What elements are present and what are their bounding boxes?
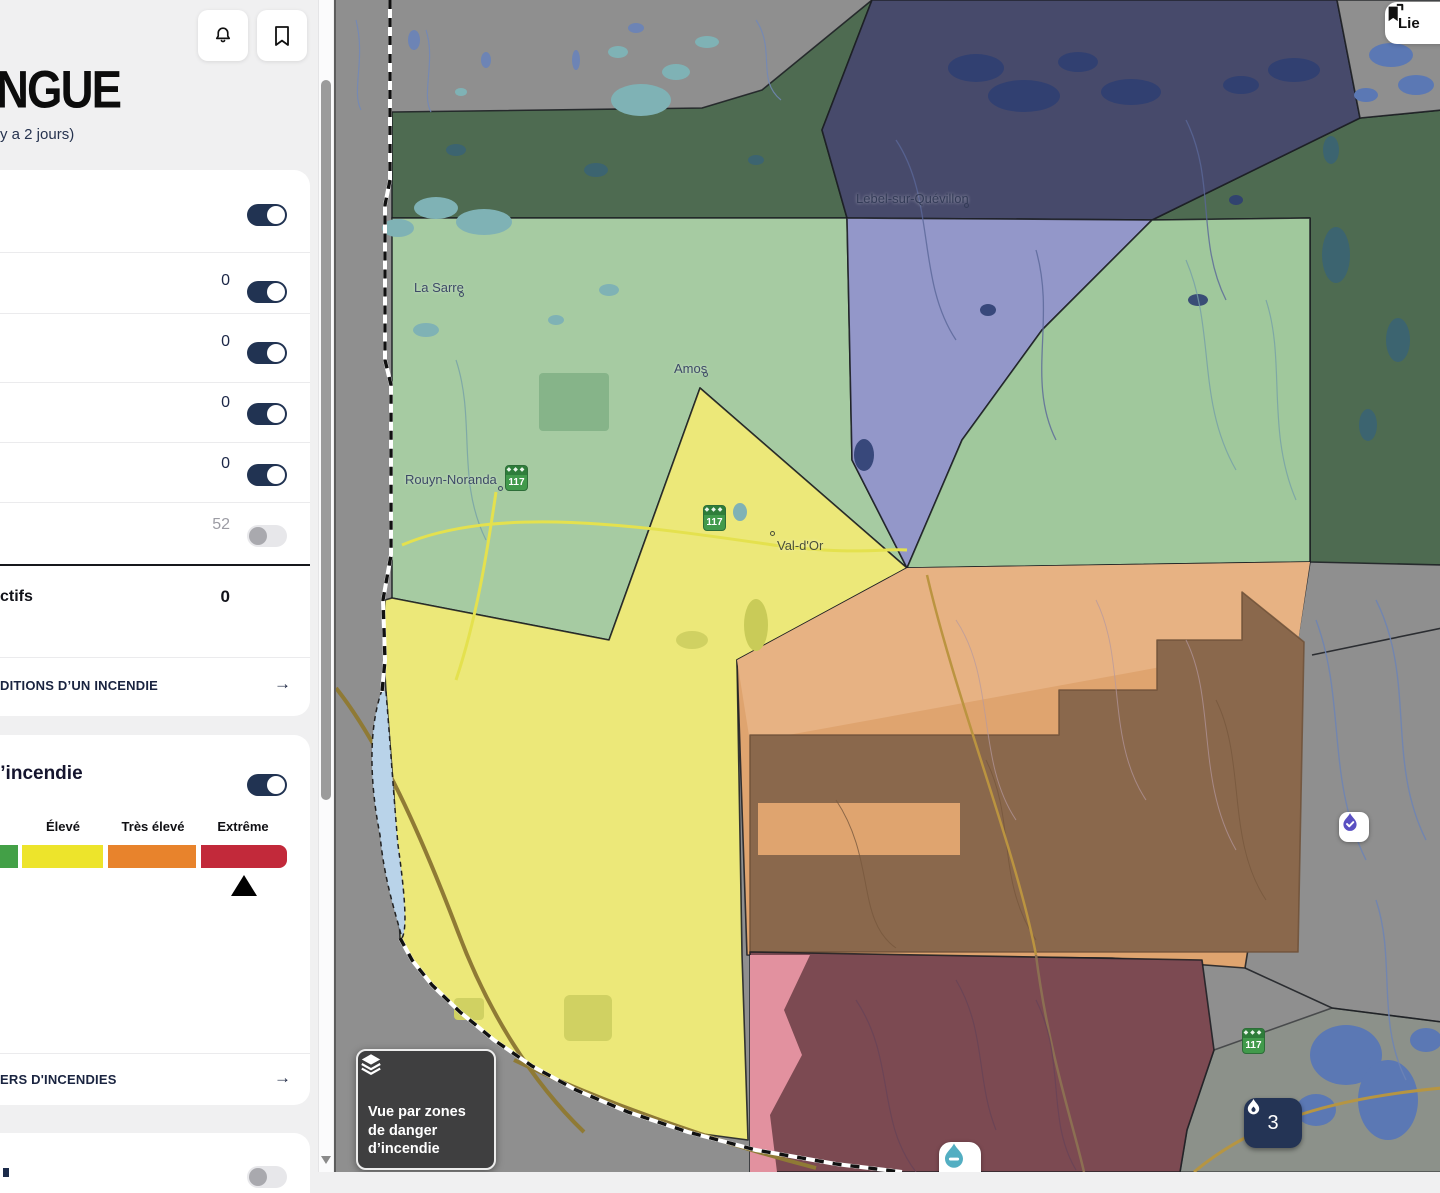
legend-seg-red	[201, 845, 287, 868]
zone-orange-notch	[758, 803, 960, 855]
city-label: La Sarre	[414, 280, 464, 295]
legend-seg-orange	[108, 845, 196, 868]
fire-filters-card: 0 0 0 0 52 ctifs 0 DITIONS D’UN INCENDIE…	[0, 170, 310, 716]
filter-toggle-2[interactable]	[247, 281, 287, 303]
legend-label-extreme: Extrême	[198, 819, 288, 834]
city-dot	[703, 372, 708, 377]
flame-check-icon	[1339, 812, 1361, 834]
city-label: Val-d'Or	[777, 538, 823, 553]
active-fires-value: 0	[170, 587, 230, 607]
city-label: Lebel-sur-Quévillon	[856, 191, 969, 206]
layer-view-label: Vue par zones de danger d’incendie	[368, 1103, 466, 1159]
scrollbar-down-arrow[interactable]	[321, 1156, 331, 1164]
map-canvas[interactable]: Lebel-sur-Quévillon La Sarre Amos Rouyn-…	[334, 0, 1440, 1172]
scrollbar-thumb[interactable]	[321, 80, 331, 800]
fire-cluster-counter[interactable]: 3	[1244, 1098, 1302, 1148]
city-label: Rouyn-Noranda	[405, 472, 497, 487]
route-shield-crown: ◆◆◆	[506, 466, 527, 475]
clipped-toggle[interactable]	[247, 1166, 287, 1188]
fire-count-value: 3	[1267, 1112, 1278, 1135]
city-dot	[498, 486, 503, 491]
city-dot	[459, 292, 464, 297]
controlled-fire-marker[interactable]	[939, 1142, 981, 1172]
fire-danger-title: r d’incendie	[0, 763, 83, 785]
arrow-right-icon[interactable]: →	[274, 674, 291, 694]
filter-toggle-1[interactable]	[247, 204, 287, 226]
filter-count-3: 0	[170, 333, 230, 351]
legend-label-eleve: Élevé	[18, 819, 108, 834]
legend-seg-yellow	[22, 845, 103, 868]
map-zones-layer	[336, 0, 1440, 1172]
filter-toggle-4[interactable]	[247, 403, 287, 425]
clipped-text-fragment	[3, 1168, 9, 1177]
fire-danger-toggle[interactable]	[247, 774, 287, 796]
sidebar-scrollbar[interactable]	[318, 0, 333, 1172]
flame-minus-icon	[939, 1142, 969, 1172]
legend-label-tres-eleve: Très élevé	[108, 819, 198, 834]
bookmark-arrow-icon	[1385, 2, 1405, 24]
flame-icon	[1244, 1098, 1263, 1117]
contained-fire-marker[interactable]	[1339, 812, 1369, 842]
bookmark-icon	[272, 25, 292, 47]
filter-count-5: 0	[170, 455, 230, 473]
filter-toggle-3[interactable]	[247, 342, 287, 364]
route-shield-crown: ◆◆◆	[704, 506, 725, 515]
filter-count-4: 0	[170, 394, 230, 412]
layers-icon	[358, 1051, 384, 1077]
filter-count-2: 0	[170, 272, 230, 290]
page-subtitle: y a 2 jours)	[0, 126, 74, 143]
legend-pointer-triangle	[231, 875, 257, 896]
sidebar: NGUE y a 2 jours) 0 0 0 0 52 ctifs 0 DIT…	[0, 0, 334, 1172]
filter-toggle-6[interactable]	[247, 525, 287, 547]
route-117-badge: ◆◆◆ 117	[1242, 1028, 1265, 1054]
active-fires-label: ctifs	[0, 588, 33, 606]
next-section-card	[0, 1133, 310, 1193]
fire-danger-card: r d’incendie Élevé Très élevé Extrême ER…	[0, 735, 310, 1105]
arrow-right-icon[interactable]: →	[274, 1068, 291, 1088]
notifications-button[interactable]	[198, 10, 248, 61]
filter-count-6: 52	[170, 516, 230, 534]
saved-places-button[interactable]: Lie	[1385, 2, 1440, 44]
city-dot	[770, 531, 775, 536]
route-117-badge: ◆◆◆ 117	[505, 465, 528, 491]
fire-hotspots-link[interactable]: ERS D'INCENDIES	[0, 1072, 117, 1087]
route-shield-crown: ◆◆◆	[1243, 1029, 1264, 1038]
bookmark-button[interactable]	[257, 10, 307, 61]
filter-toggle-5[interactable]	[247, 464, 287, 486]
bell-icon	[212, 25, 234, 47]
legend-seg-green	[0, 845, 18, 868]
report-fire-link[interactable]: DITIONS D’UN INCENDIE	[0, 678, 158, 693]
route-117-badge: ◆◆◆ 117	[703, 505, 726, 531]
city-dot	[964, 203, 969, 208]
layer-view-button[interactable]: Vue par zones de danger d’incendie	[356, 1049, 496, 1170]
page-title: NGUE	[0, 60, 120, 121]
zone-maroon	[750, 952, 1214, 1172]
